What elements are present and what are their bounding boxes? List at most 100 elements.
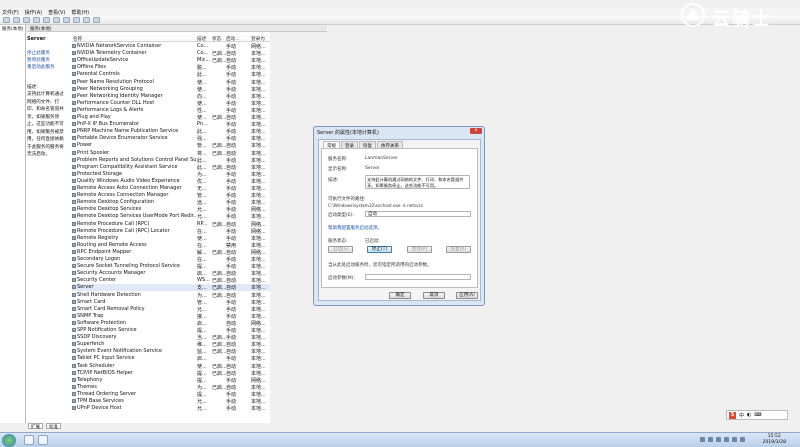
table-row[interactable]: Task Scheduler 使... 已启... 自动 本地... [72, 363, 270, 370]
ime-punct-icon[interactable]: ◐ [747, 412, 751, 418]
table-row[interactable]: Thread Ordering Server 提... 手动 本地... [72, 391, 270, 398]
taskbar-app-icon[interactable] [24, 435, 34, 445]
table-row[interactable]: Smart Card Removal Policy 允... 手动 本地... [72, 306, 270, 313]
ok-button[interactable]: 确定 [389, 292, 411, 299]
pause-button[interactable]: 暂停(P) [407, 246, 432, 253]
table-row[interactable]: SSDP Discovery 当... 已启... 手动 本地... [72, 334, 270, 341]
startup-type-select[interactable]: 自动 [365, 211, 471, 217]
close-icon[interactable]: x [470, 128, 482, 134]
stop-icon[interactable] [73, 17, 80, 23]
table-row[interactable]: Remote Desktop Configuration 远... 手动 本地... [72, 199, 270, 206]
col-name-header[interactable]: 名称 [73, 36, 82, 42]
menu-help[interactable]: 帮助(H) [71, 9, 89, 16]
menu-action[interactable]: 操作(A) [25, 9, 42, 16]
pause-service-link[interactable]: 暂停此服务 [27, 57, 50, 63]
cancel-button[interactable]: 取消 [423, 292, 445, 299]
table-row[interactable]: Security Accounts Manager 启... 已启... 自动 本地..… [72, 270, 270, 277]
table-row[interactable]: Remote Procedure Call (RPC) RP... 已启... 自动 网… [72, 221, 270, 228]
forward-icon[interactable] [13, 17, 20, 23]
table-row[interactable]: Portable Device Enumerator Service 强... 手动… [72, 135, 270, 142]
restart-icon[interactable] [93, 17, 100, 23]
table-row[interactable]: Remote Access Connection Manager 管... 手动 本地… [72, 192, 270, 199]
table-row[interactable]: OfficeUpdateService Mic... 已启... 自动 本地... [72, 57, 270, 64]
taskbar-app-icon[interactable] [38, 435, 48, 445]
table-row[interactable]: Secondary Logon 在... 手动 本地... [72, 256, 270, 263]
table-row[interactable]: TPM Base Services 允... 手动 本地... [72, 398, 270, 405]
table-row[interactable]: Parental Controls 此... 手动 本地... [72, 71, 270, 78]
restart-service-link[interactable]: 重启动此服务 [27, 64, 55, 70]
table-row[interactable]: Themes 为... 已启... 自动 本地... [72, 384, 270, 391]
table-row[interactable]: Offline Files 脱... 手动 本地... [72, 64, 270, 71]
table-row[interactable]: Tablet PC Input Service 启... 手动 本地... [72, 355, 270, 362]
tray-icon[interactable] [716, 437, 721, 442]
start-params-input[interactable] [365, 274, 471, 280]
table-row[interactable]: Routing and Remote Access 在... 禁用 本地... [72, 242, 270, 249]
table-row[interactable]: PnP-X IP Bus Enumerator Pn... 手动 本地... [72, 121, 270, 128]
table-row[interactable]: Peer Name Resolution Protocol 使... 手动 本地... [72, 79, 270, 86]
table-row[interactable]: Smart Card 管... 手动 本地... [72, 299, 270, 306]
table-row[interactable]: System Event Notification Service 监... 已启.… [72, 348, 270, 355]
tree-item-services[interactable]: 服务(本地) [2, 26, 24, 32]
table-row[interactable]: Peer Networking Identity Manager 向... 手动 本地… [72, 93, 270, 100]
table-row[interactable]: Security Center WS... 已启... 自动 本地... [72, 277, 270, 284]
table-row[interactable]: Software Protection 启... 自动 网络... [72, 320, 270, 327]
table-row[interactable]: Remote Procedure Call (RPC) Locator 在... 手… [72, 228, 270, 235]
ime-badge[interactable]: S [729, 411, 736, 419]
table-row[interactable]: Remote Access Auto Connection Manager 无..… [72, 185, 270, 192]
table-row[interactable]: Remote Registry 使... 手动 本地... [72, 235, 270, 242]
tab-extended[interactable]: 扩展 [28, 423, 43, 430]
table-row[interactable]: Superfetch 维... 已启... 自动 本地... [72, 341, 270, 348]
table-row[interactable]: Program Compatibility Assistant Service 此… [72, 164, 270, 171]
table-row[interactable]: Secure Socket Tunneling Protocol Service… [72, 263, 270, 270]
ime-glyph[interactable]: 中 [739, 412, 744, 419]
stop-button[interactable]: 停止(T) [367, 246, 392, 253]
table-row[interactable]: Performance Logs & Alerts 性... 手动 本地... [72, 107, 270, 114]
console-icon[interactable] [23, 17, 30, 23]
network-icon[interactable] [740, 437, 745, 442]
help-config-link[interactable]: 帮助我配置服务启动选项。 [328, 225, 382, 231]
start-button[interactable]: 启动(S) [328, 246, 353, 253]
table-row[interactable]: Performance Counter DLL Host 使... 手动 本地... [72, 100, 270, 107]
table-row[interactable]: NVIDIA Telemetry Container Co... 已启... 自动 本地… [72, 50, 270, 57]
start-orb-icon[interactable] [2, 434, 16, 447]
table-row[interactable]: UPnP Device Host 允... 手动 本地... [72, 405, 270, 412]
volume-icon[interactable] [732, 437, 737, 442]
resume-button[interactable]: 恢复(R) [446, 246, 471, 253]
refresh-icon[interactable] [33, 17, 40, 23]
col-startup-header[interactable]: 启动... [226, 36, 240, 42]
back-icon[interactable] [3, 17, 10, 23]
clock[interactable]: 15:52 2019/3/28 [762, 434, 786, 446]
table-row[interactable]: Problem Reports and Solutions Control Pa… [72, 157, 270, 164]
col-status-header[interactable]: 状态 [212, 36, 221, 42]
apply-button[interactable]: 应用(A) [456, 292, 478, 299]
table-row[interactable]: NVIDIA NetworkService Container Co... 手动 网络… [72, 43, 270, 50]
pause-icon[interactable] [83, 17, 90, 23]
table-row[interactable]: Quality Windows Audio Video Experience 优.… [72, 178, 270, 185]
table-row[interactable]: Print Spooler 将... 已启... 自动 本地... [72, 150, 270, 157]
col-logon-header[interactable]: 登录为 [251, 36, 265, 42]
tray-icon[interactable] [724, 437, 729, 442]
description-box[interactable]: 支持此计算机通过网络的文件、打印、和命名管道共享。如果服务停止，这些功能不可用。 [365, 175, 470, 189]
menu-view[interactable]: 查看(V) [48, 9, 65, 16]
table-row[interactable]: Remote Desktop Services UserMode Port Re… [72, 213, 270, 220]
table-row[interactable]: Protected Storage 为... 手动 本地... [72, 171, 270, 178]
menu-file[interactable]: 文件(F) [2, 9, 19, 16]
stop-service-link[interactable]: 停止此服务 [27, 50, 50, 56]
table-row[interactable]: SNMP Trap 接... 手动 本地... [72, 313, 270, 320]
table-row[interactable]: Shell Hardware Detection 为... 已启... 自动 本地... [72, 292, 270, 299]
table-row[interactable]: Power 管... 已启... 自动 本地... [72, 142, 270, 149]
tray-icon[interactable] [700, 437, 705, 442]
table-row[interactable]: Server 支... 已启... 自动 本地... [72, 284, 270, 292]
table-row[interactable]: SPP Notification Service 提... 手动 本地... [72, 327, 270, 334]
table-row[interactable]: PNRP Machine Name Publication Service 此..… [72, 128, 270, 135]
help-icon[interactable] [53, 17, 60, 23]
table-row[interactable]: RPC Endpoint Mapper 解... 已启... 自动 网络... [72, 249, 270, 256]
ime-keyboard-icon[interactable]: ⌨ [754, 412, 761, 418]
table-row[interactable]: Peer Networking Grouping 使... 手动 本地... [72, 86, 270, 93]
play-icon[interactable] [63, 17, 70, 23]
table-row[interactable]: Telephony 提... 手动 网络... [72, 377, 270, 384]
tab-standard[interactable]: 标准 [46, 423, 61, 430]
tray-icon[interactable] [708, 437, 713, 442]
table-row[interactable]: Plug and Play 使... 已启... 自动 本地... [72, 114, 270, 121]
table-row[interactable]: TCP/IP NetBIOS Helper 提... 已启... 自动 本地... [72, 370, 270, 377]
